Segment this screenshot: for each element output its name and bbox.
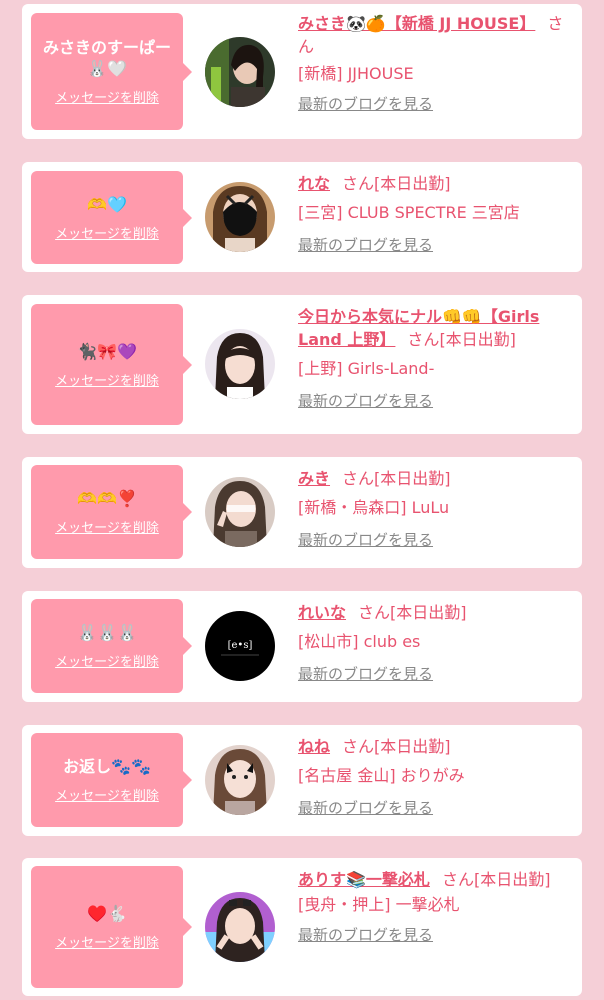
latest-blog-link[interactable]: 最新のブログを見る	[298, 663, 433, 684]
message-text: 🫶🫶❣️	[77, 489, 137, 508]
cast-name-link[interactable]: ありす📚一撃必札	[298, 870, 430, 889]
avatar[interactable]: [e•s]	[205, 611, 275, 681]
message-bubble: ♥️🐇 メッセージを削除	[31, 866, 192, 988]
message-info: みき さん[本日出勤] [新橋・烏森口] LuLu 最新のブログを見る	[298, 467, 574, 550]
avatar[interactable]	[205, 477, 275, 547]
message-info: れいな さん[本日出勤] [松山市] club es 最新のブログを見る	[298, 601, 574, 684]
latest-blog-link[interactable]: 最新のブログを見る	[298, 93, 433, 114]
name-line: れな さん[本日出勤]	[298, 172, 574, 195]
message-info: 今日から本気にナル👊👊【Girls Land 上野】 さん[本日出勤] [上野] …	[298, 305, 574, 411]
attendance-status: [本日出勤]	[374, 174, 451, 193]
name-line: 今日から本気にナル👊👊【Girls Land 上野】 さん[本日出勤]	[298, 305, 574, 351]
shop-name: [松山市] club es	[298, 632, 421, 651]
attendance-status: [本日出勤]	[439, 330, 516, 349]
message-card: 🐰🐰🐰 メッセージを削除 [e•s] れいな さん[本日出勤] [松山市] clu…	[22, 591, 582, 702]
cast-name-link[interactable]: ねね	[298, 737, 330, 756]
message-bubble: みさきのすーぱー🐰🤍 メッセージを削除	[31, 13, 192, 130]
delete-message-link[interactable]: メッセージを削除	[55, 932, 159, 951]
message-card: ♥️🐇 メッセージを削除 ありす📚一撃必札 さん[本日出勤] [曳舟・押上] 一撃…	[22, 858, 582, 996]
message-text: 🐈‍⬛🎀💜	[77, 341, 137, 361]
shop-name: [曳舟・押上] 一撃必札	[298, 895, 460, 914]
attendance-status: [本日出勤]	[473, 870, 551, 889]
message-card: お返し🐾🐾 メッセージを削除 ねね さん[本日出勤] [名古屋 金山] おりがみ …	[22, 725, 582, 836]
name-line: れいな さん[本日出勤]	[298, 601, 574, 624]
honorific: さん	[407, 330, 440, 349]
attendance-status: [本日出勤]	[374, 737, 451, 756]
message-text: 🫶🩵	[87, 194, 127, 214]
avatar[interactable]	[205, 892, 275, 962]
message-info: ねね さん[本日出勤] [名古屋 金山] おりがみ 最新のブログを見る	[298, 735, 574, 818]
cast-name-link[interactable]: れいな	[298, 603, 346, 622]
delete-message-link[interactable]: メッセージを削除	[55, 87, 159, 106]
message-bubble: 🐈‍⬛🎀💜 メッセージを削除	[31, 304, 192, 425]
shop-name: [名古屋 金山] おりがみ	[298, 766, 465, 785]
latest-blog-link[interactable]: 最新のブログを見る	[298, 529, 433, 550]
honorific: さん	[441, 870, 474, 889]
message-info: ありす📚一撃必札 さん[本日出勤] [曳舟・押上] 一撃必札 最新のブログを見る	[298, 868, 574, 945]
message-info: みさき🐼🍊【新橋 JJ HOUSE】 さん [新橋] JJHOUSE 最新のブログ…	[298, 12, 574, 114]
message-text: 🐰🐰🐰	[77, 623, 137, 642]
cast-name-link[interactable]: れな	[298, 174, 330, 193]
latest-blog-link[interactable]: 最新のブログを見る	[298, 797, 433, 818]
club-logo-text: [e•s]	[228, 640, 253, 651]
delete-message-link[interactable]: メッセージを削除	[55, 785, 159, 804]
latest-blog-link[interactable]: 最新のブログを見る	[298, 390, 433, 411]
delete-message-link[interactable]: メッセージを削除	[55, 651, 159, 670]
message-bubble: 🫶🫶❣️ メッセージを削除	[31, 465, 192, 559]
message-text: みさきのすーぱー🐰🤍	[42, 38, 171, 78]
message-list: みさきのすーぱー🐰🤍 メッセージを削除 みさき🐼🍊【新橋 JJ HOUSE】 さん…	[0, 0, 604, 1000]
name-line: みさき🐼🍊【新橋 JJ HOUSE】 さん	[298, 12, 574, 58]
shop-name: [三宮] CLUB SPECTRE 三宮店	[298, 203, 520, 222]
honorific: さん	[358, 603, 391, 622]
message-info: れな さん[本日出勤] [三宮] CLUB SPECTRE 三宮店 最新のブログを…	[298, 172, 574, 255]
attendance-status: [本日出勤]	[390, 603, 467, 622]
attendance-status: [本日出勤]	[374, 469, 451, 488]
avatar[interactable]	[205, 37, 275, 107]
latest-blog-link[interactable]: 最新のブログを見る	[298, 234, 433, 255]
delete-message-link[interactable]: メッセージを削除	[55, 223, 159, 242]
avatar[interactable]	[205, 745, 275, 815]
cast-name-link[interactable]: みき	[298, 469, 330, 488]
shop-name: [新橋] JJHOUSE	[298, 64, 414, 83]
message-card: 🐈‍⬛🎀💜 メッセージを削除 今日から本気にナル👊👊【Girls Land 上野…	[22, 295, 582, 434]
message-bubble: 🫶🩵 メッセージを削除	[31, 171, 192, 264]
avatar[interactable]	[205, 182, 275, 252]
shop-name: [上野] Girls-Land-	[298, 359, 435, 378]
delete-message-link[interactable]: メッセージを削除	[55, 370, 159, 389]
honorific: さん	[342, 737, 375, 756]
avatar[interactable]	[205, 329, 275, 399]
honorific: さん	[342, 174, 375, 193]
name-line: ありす📚一撃必札 さん[本日出勤]	[298, 868, 574, 891]
shop-name: [新橋・烏森口] LuLu	[298, 498, 450, 517]
name-line: みき さん[本日出勤]	[298, 467, 574, 490]
honorific: さん	[342, 469, 375, 488]
message-card: みさきのすーぱー🐰🤍 メッセージを削除 みさき🐼🍊【新橋 JJ HOUSE】 さん…	[22, 4, 582, 139]
message-text: ♥️🐇	[87, 904, 127, 923]
cast-name-link[interactable]: みさき🐼🍊【新橋 JJ HOUSE】	[298, 14, 535, 33]
message-bubble: 🐰🐰🐰 メッセージを削除	[31, 599, 192, 693]
latest-blog-link[interactable]: 最新のブログを見る	[298, 924, 433, 945]
name-line: ねね さん[本日出勤]	[298, 735, 574, 758]
message-card: 🫶🫶❣️ メッセージを削除 みき さん[本日出勤] [新橋・烏森口] LuLu 最…	[22, 457, 582, 568]
message-card: 🫶🩵 メッセージを削除 れな さん[本日出勤] [三宮] CLUB SPECTRE…	[22, 162, 582, 272]
message-bubble: お返し🐾🐾 メッセージを削除	[31, 733, 192, 827]
message-text: お返し🐾🐾	[63, 757, 151, 776]
delete-message-link[interactable]: メッセージを削除	[55, 517, 159, 536]
